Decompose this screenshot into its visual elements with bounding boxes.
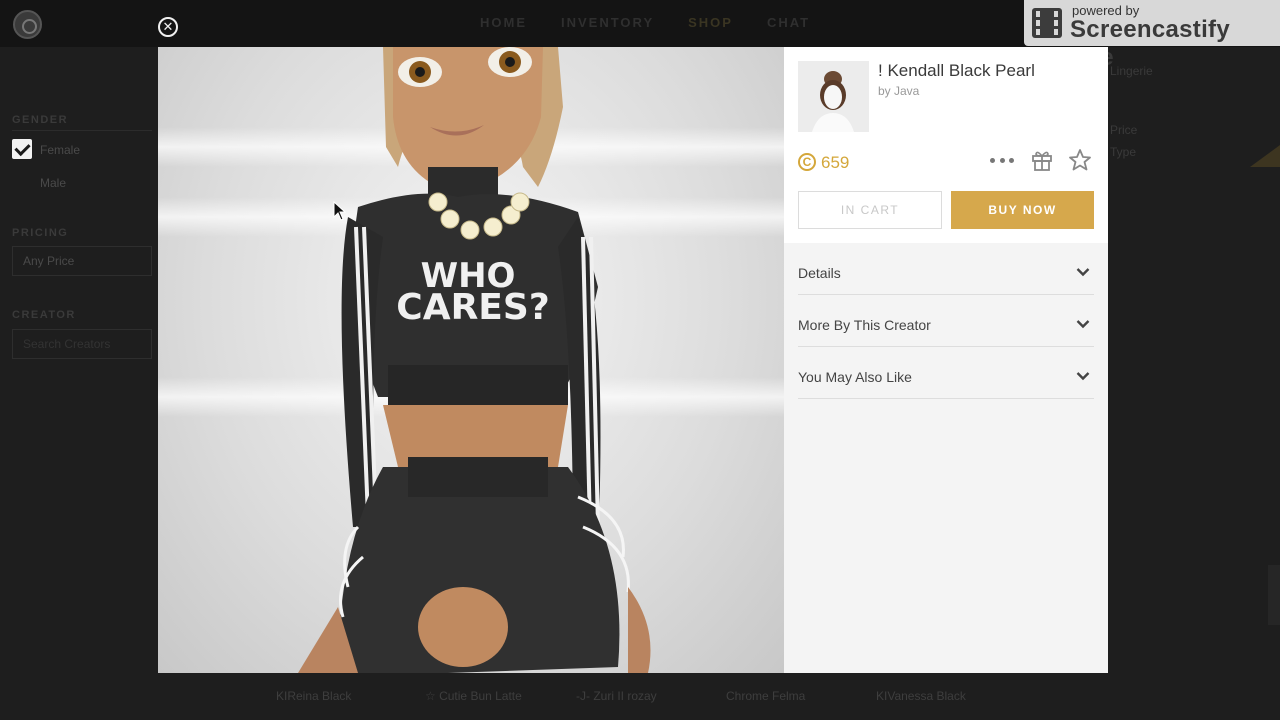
chevron-down-icon (1076, 268, 1090, 277)
page-scrollbar[interactable] (1268, 565, 1280, 625)
product-label[interactable]: ☆ Cutie Bun Latte (425, 689, 522, 703)
pricing-label: PRICING (12, 227, 69, 239)
product-creator[interactable]: by Java (878, 84, 919, 98)
film-icon (1032, 8, 1062, 38)
gender-label: GENDER (12, 114, 69, 126)
bg-decoration (1250, 145, 1280, 167)
accordion-you-may-also-like[interactable]: You May Also Like (798, 347, 1094, 399)
female-checkbox[interactable] (12, 139, 32, 159)
accordion-label: More By This Creator (798, 317, 931, 333)
credits-icon: C (798, 153, 816, 171)
accordion-details[interactable]: Details (798, 243, 1094, 295)
app-logo[interactable] (13, 10, 42, 39)
male-option-label[interactable]: Male (40, 176, 66, 190)
accordion-label: Details (798, 265, 841, 281)
product-thumbnail (798, 61, 869, 132)
in-cart-button[interactable]: IN CART (798, 191, 942, 229)
bg-text: Type (1110, 145, 1137, 159)
buy-now-button[interactable]: BUY NOW (951, 191, 1094, 229)
chevron-down-icon (1076, 372, 1090, 381)
screencastify-watermark: powered by Screencastify Lite (1024, 0, 1280, 71)
close-icon[interactable]: ✕ (158, 17, 178, 37)
nav-chat[interactable]: CHAT (767, 15, 810, 30)
divider (12, 130, 152, 131)
mouse-cursor-icon (333, 201, 347, 221)
star-icon[interactable] (1068, 148, 1092, 172)
avatar-render: WHO CARES? (298, 47, 651, 673)
more-options-icon[interactable] (990, 158, 1014, 164)
nav-inventory[interactable]: INVENTORY (561, 15, 654, 30)
bg-text: Price (1110, 123, 1138, 137)
product-price: 659 (821, 153, 850, 172)
shirt-print-line2: CARES? (396, 287, 549, 328)
product-title: ! Kendall Black Pearl (878, 61, 1035, 80)
accordion-label: You May Also Like (798, 369, 912, 385)
product-details-panel: ! Kendall Black Pearl by Java C 659 IN C… (784, 47, 1108, 673)
product-label[interactable]: KIVanessa Black (876, 689, 966, 703)
nav-home[interactable]: HOME (480, 15, 527, 30)
creator-search-input[interactable]: Search Creators (12, 329, 152, 359)
pricing-select[interactable]: Any Price (12, 246, 152, 276)
bg-text: Lingerie (1110, 64, 1153, 78)
main-nav: HOME INVENTORY SHOP CHAT (480, 15, 844, 30)
creator-label: CREATOR (12, 309, 76, 321)
female-option-label: Female (40, 143, 81, 157)
gift-icon[interactable] (1032, 149, 1052, 171)
nav-shop[interactable]: SHOP (688, 15, 733, 30)
product-label[interactable]: Chrome Felma (726, 689, 805, 703)
accordion-more-by-creator[interactable]: More By This Creator (798, 295, 1094, 347)
product-label[interactable]: KIReina Black (276, 689, 351, 703)
product-summary: ! Kendall Black Pearl by Java C 659 IN C… (784, 47, 1108, 243)
product-label[interactable]: -J- Zuri II rozay (576, 689, 657, 703)
product-preview-image: WHO CARES? (158, 47, 784, 673)
chevron-down-icon (1076, 320, 1090, 329)
